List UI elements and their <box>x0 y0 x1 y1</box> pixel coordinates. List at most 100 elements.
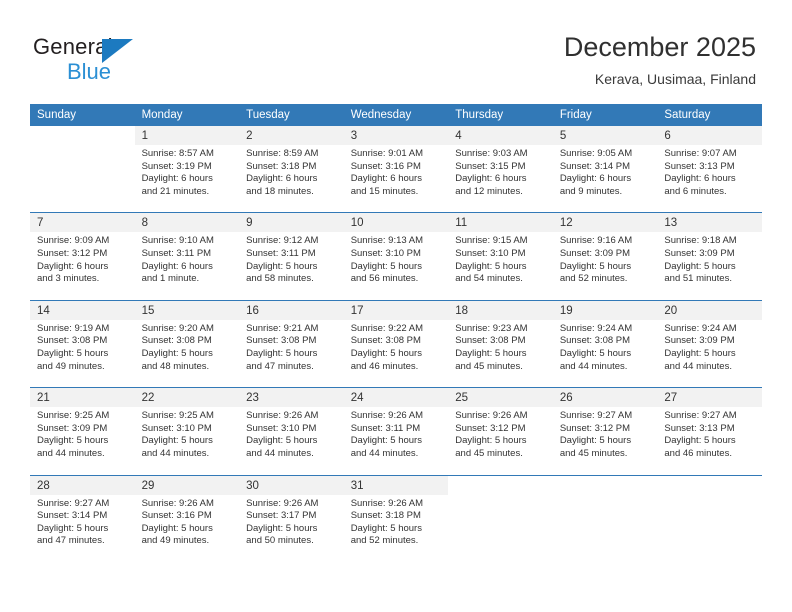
day-cell-empty <box>448 494 553 562</box>
day-number[interactable]: 4 <box>448 126 553 145</box>
day-number[interactable]: 22 <box>134 387 240 408</box>
day-number[interactable]: 24 <box>343 387 449 408</box>
sunset-text: Sunset: 3:09 PM <box>37 422 108 434</box>
day-detail-row: Sunrise: 9:19 AM Sunset: 3:08 PM Dayligh… <box>30 319 762 388</box>
day-number[interactable]: 20 <box>657 299 762 320</box>
daylight-text-line2: and 45 minutes. <box>559 447 628 459</box>
weekday-header-thursday: Thursday <box>448 104 553 126</box>
daylight-text-line1: Daylight: 5 hours <box>246 347 318 359</box>
day-number[interactable]: 26 <box>552 387 658 408</box>
calendar-week-4: 21 22 23 24 25 26 27 Sunrise: 9:25 AM Su… <box>30 387 762 475</box>
day-cell-empty <box>30 145 135 213</box>
day-number[interactable]: 29 <box>134 474 240 495</box>
daylight-text-line1: Daylight: 5 hours <box>37 522 109 534</box>
daylight-text-line2: and 51 minutes. <box>664 273 732 285</box>
daylight-text-line2: and 48 minutes. <box>141 360 210 372</box>
sunrise-text: Sunrise: 9:09 AM <box>37 235 110 247</box>
calendar-week-1: 1 2 3 4 5 6 Sunrise: 8:57 AM Sunset: 3:1… <box>30 126 762 213</box>
calendar-header-row: Sunday Monday Tuesday Wednesday Thursday… <box>30 104 762 126</box>
day-detail-row: Sunrise: 9:27 AM Sunset: 3:14 PM Dayligh… <box>30 494 762 562</box>
sunset-text: Sunset: 3:10 PM <box>455 247 526 259</box>
day-number[interactable]: 16 <box>239 299 344 320</box>
logo-text-general: General <box>33 34 113 59</box>
sunset-text: Sunset: 3:14 PM <box>37 510 108 522</box>
daylight-text-line2: and 46 minutes. <box>350 360 419 372</box>
day-number-row: 7 8 9 10 11 12 13 <box>30 212 762 233</box>
day-number[interactable]: 21 <box>30 387 135 408</box>
sunrise-text: Sunrise: 9:07 AM <box>664 148 737 159</box>
day-number[interactable]: 7 <box>30 212 135 233</box>
day-number[interactable]: 5 <box>552 126 658 145</box>
sunset-text: Sunset: 3:10 PM <box>350 247 421 259</box>
day-cell-details: Sunrise: 9:13 AM Sunset: 3:10 PM Dayligh… <box>343 232 449 301</box>
day-cell-details: Sunrise: 9:27 AM Sunset: 3:13 PM Dayligh… <box>657 407 762 475</box>
daylight-text-line2: and 49 minutes. <box>141 535 210 547</box>
sunrise-text: Sunrise: 9:26 AM <box>246 497 319 509</box>
day-number[interactable]: 3 <box>343 126 449 145</box>
day-number[interactable]: 28 <box>30 474 135 495</box>
general-blue-logo[interactable]: General Blue <box>33 34 233 84</box>
daylight-text-line1: Daylight: 5 hours <box>559 347 632 359</box>
sunrise-text: Sunrise: 9:15 AM <box>455 235 528 247</box>
sunset-text: Sunset: 3:14 PM <box>559 160 631 172</box>
day-number[interactable]: 31 <box>343 474 449 495</box>
day-number[interactable]: 23 <box>239 387 344 408</box>
sunset-text: Sunset: 3:08 PM <box>455 335 526 347</box>
daylight-text-line1: Daylight: 5 hours <box>141 522 213 534</box>
daylight-text-line2: and 47 minutes. <box>246 360 314 372</box>
sunset-text: Sunset: 3:11 PM <box>141 247 212 259</box>
day-number[interactable]: 30 <box>239 474 344 495</box>
daylight-text-line1: Daylight: 5 hours <box>350 435 422 447</box>
day-number[interactable]: 6 <box>657 126 762 145</box>
day-number[interactable]: 11 <box>448 212 553 233</box>
calendar-week-5: 28 29 30 31 Sunrise: 9:27 AM Sunset: 3:1… <box>30 474 762 562</box>
sunrise-text: Sunrise: 9:27 AM <box>559 410 633 422</box>
sunset-text: Sunset: 3:19 PM <box>141 160 212 172</box>
day-cell-details: Sunrise: 9:26 AM Sunset: 3:11 PM Dayligh… <box>343 407 449 475</box>
day-number[interactable]: 9 <box>239 212 344 233</box>
sunrise-text: Sunrise: 9:19 AM <box>37 322 110 334</box>
daylight-text-line1: Daylight: 6 hours <box>141 260 213 272</box>
sunset-text: Sunset: 3:09 PM <box>664 247 735 259</box>
day-number[interactable]: 2 <box>239 126 344 145</box>
day-cell-details: Sunrise: 9:05 AM Sunset: 3:14 PM Dayligh… <box>552 145 658 213</box>
day-number[interactable]: 27 <box>657 387 762 408</box>
day-number[interactable]: 17 <box>343 299 449 320</box>
calendar-page: General Blue December 2025 Kerava, Uusim… <box>0 0 792 612</box>
day-cell-details: Sunrise: 9:16 AM Sunset: 3:09 PM Dayligh… <box>552 232 658 301</box>
weekday-header-monday: Monday <box>134 104 240 126</box>
day-number[interactable]: 15 <box>134 299 240 320</box>
day-number <box>448 474 553 495</box>
day-detail-row: Sunrise: 8:57 AM Sunset: 3:19 PM Dayligh… <box>30 145 762 213</box>
daylight-text-line2: and 52 minutes. <box>559 273 628 285</box>
daylight-text-line2: and 12 minutes. <box>455 185 523 197</box>
title-block: December 2025 Kerava, Uusimaa, Finland <box>564 30 756 89</box>
day-cell-details: Sunrise: 9:15 AM Sunset: 3:10 PM Dayligh… <box>448 232 553 301</box>
daylight-text-line1: Daylight: 5 hours <box>559 435 632 447</box>
day-cell-details: Sunrise: 9:27 AM Sunset: 3:12 PM Dayligh… <box>552 407 658 475</box>
daylight-text-line1: Daylight: 5 hours <box>664 260 736 272</box>
day-number[interactable]: 1 <box>134 126 240 145</box>
day-number[interactable]: 25 <box>448 387 553 408</box>
sunrise-text: Sunrise: 9:12 AM <box>246 235 319 247</box>
calendar-week-2: 7 8 9 10 11 12 13 Sunrise: 9:09 AM Sunse… <box>30 212 762 301</box>
daylight-text-line1: Daylight: 5 hours <box>350 522 422 534</box>
day-number-row: 14 15 16 17 18 19 20 <box>30 299 762 320</box>
day-number[interactable]: 13 <box>657 212 762 233</box>
day-number[interactable]: 10 <box>343 212 449 233</box>
daylight-text-line1: Daylight: 5 hours <box>141 435 213 447</box>
sunset-text: Sunset: 3:09 PM <box>559 247 631 259</box>
daylight-text-line2: and 6 minutes. <box>664 185 727 197</box>
sunrise-text: Sunrise: 9:20 AM <box>141 322 214 334</box>
sunrise-sunset-calendar: Sunday Monday Tuesday Wednesday Thursday… <box>30 104 762 562</box>
sunrise-text: Sunrise: 8:57 AM <box>141 148 214 159</box>
weekday-header-saturday: Saturday <box>657 104 762 126</box>
day-number[interactable]: 14 <box>30 299 135 320</box>
day-number[interactable]: 8 <box>134 212 240 233</box>
day-number[interactable]: 19 <box>552 299 658 320</box>
daylight-text-line2: and 45 minutes. <box>455 360 523 372</box>
day-number[interactable]: 12 <box>552 212 658 233</box>
sunrise-text: Sunrise: 9:21 AM <box>246 322 319 334</box>
sunrise-text: Sunrise: 9:27 AM <box>664 410 737 422</box>
day-number[interactable]: 18 <box>448 299 553 320</box>
